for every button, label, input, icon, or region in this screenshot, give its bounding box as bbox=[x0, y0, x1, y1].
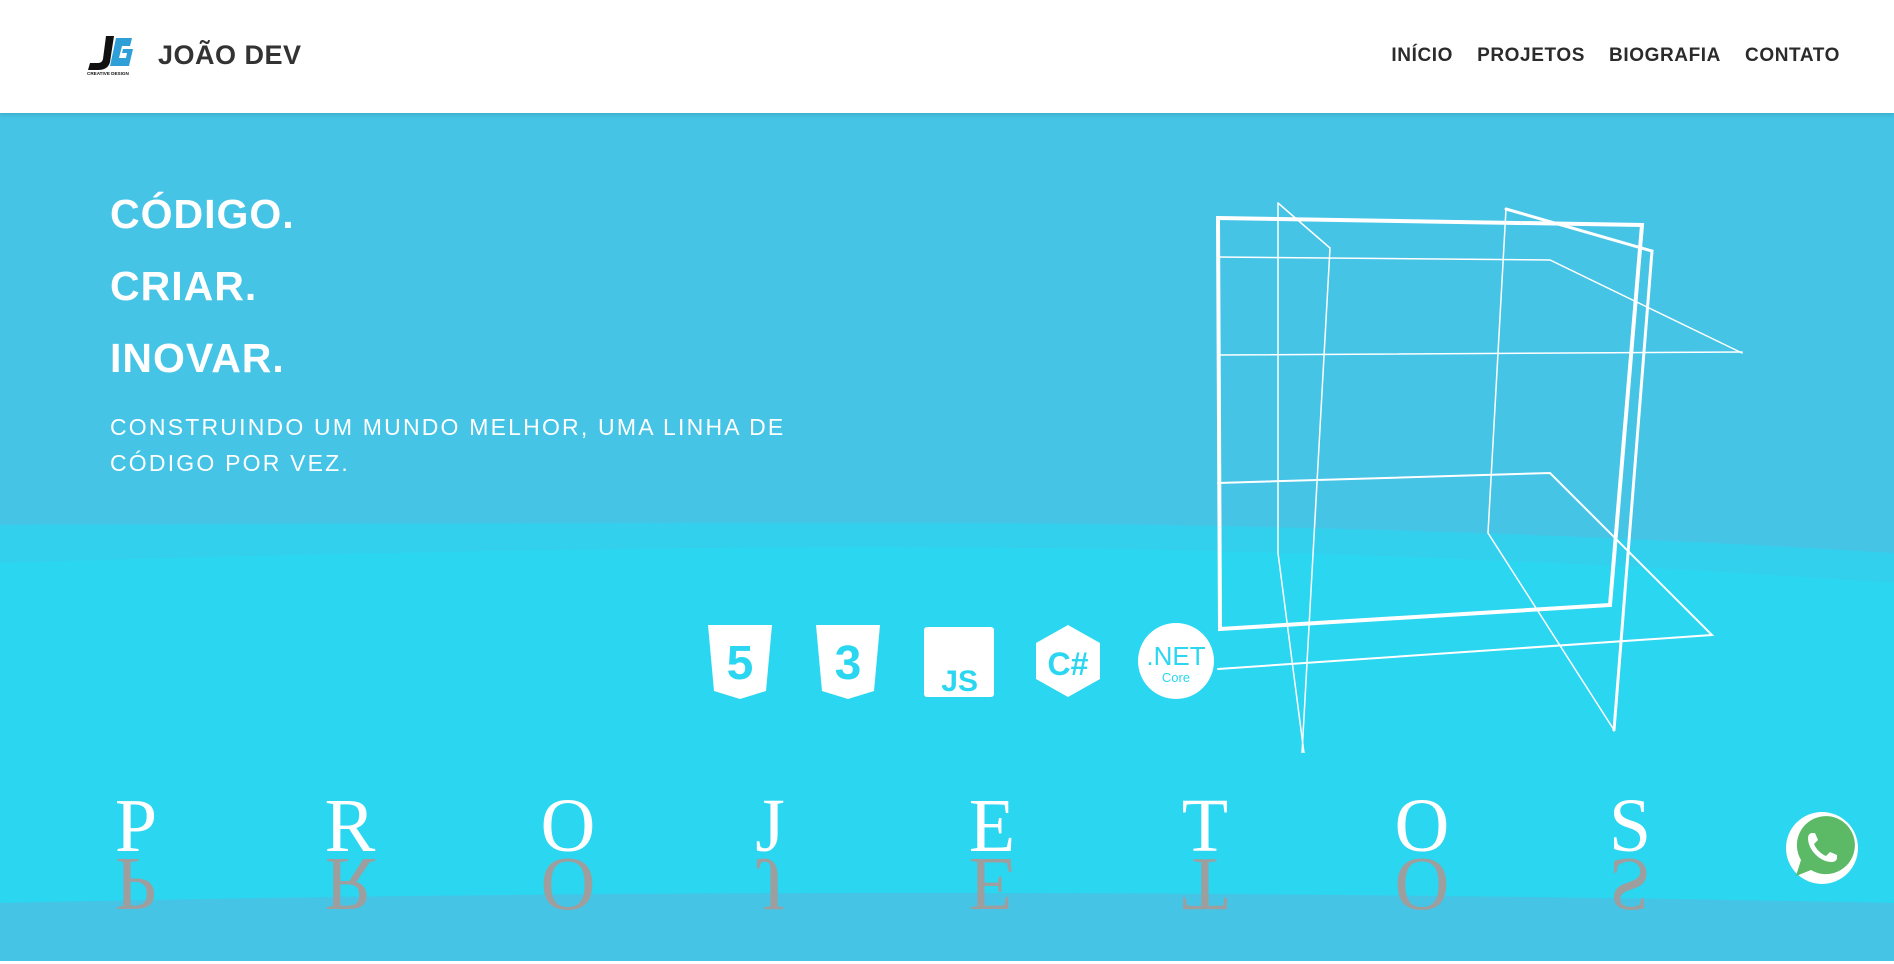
hero-section: CÓDIGO. CRIAR. INOVAR. CONSTRUINDO UM MU… bbox=[0, 113, 1894, 961]
letter-t: TT bbox=[1181, 784, 1229, 926]
dotnet-core-icon: .NET Core bbox=[1138, 623, 1214, 699]
letter-j: JJ bbox=[755, 784, 785, 926]
svg-text:Core: Core bbox=[1162, 670, 1190, 685]
letter-e: EE bbox=[968, 784, 1016, 926]
headline-codigo: CÓDIGO. bbox=[110, 191, 295, 237]
hero-subtitle: CONSTRUINDO UM MUNDO MELHOR, UMA LINHA D… bbox=[110, 414, 786, 476]
logo-icon[interactable]: CREATIVE DESIGN bbox=[86, 34, 134, 76]
svg-text:CREATIVE DESIGN: CREATIVE DESIGN bbox=[87, 71, 129, 76]
javascript-icon: JS bbox=[924, 627, 994, 698]
svg-text:JS: JS bbox=[941, 665, 978, 698]
svg-text:5: 5 bbox=[727, 637, 754, 690]
csharp-icon: C# bbox=[1036, 625, 1100, 697]
nav-link-biografia[interactable]: BIOGRAFIA bbox=[1609, 45, 1721, 67]
site-header: CREATIVE DESIGN JOÃO DEV INÍCIO PROJETOS… bbox=[0, 0, 1894, 113]
brand-name[interactable]: JOÃO DEV bbox=[158, 40, 302, 71]
css3-icon: 3 bbox=[816, 625, 880, 699]
projects-heading: PP RR OO JJ EE TT OO SS bbox=[0, 784, 1894, 961]
letter-p: PP bbox=[114, 784, 158, 926]
whatsapp-button[interactable] bbox=[1782, 808, 1862, 888]
headline-inovar: INOVAR. bbox=[110, 335, 285, 381]
main-nav: INÍCIO PROJETOS BIOGRAFIA CONTATO bbox=[1391, 45, 1840, 67]
letter-o-2: OO bbox=[1394, 784, 1450, 926]
html5-icon: 5 bbox=[708, 625, 772, 699]
headline-criar: CRIAR. bbox=[110, 263, 258, 309]
nav-link-contato[interactable]: CONTATO bbox=[1745, 45, 1840, 67]
nav-link-projetos[interactable]: PROJETOS bbox=[1477, 45, 1585, 67]
nav-link-inicio[interactable]: INÍCIO bbox=[1391, 45, 1453, 67]
svg-text:C#: C# bbox=[1048, 646, 1089, 682]
letter-s: SS bbox=[1608, 784, 1652, 926]
wireframe-cube-illustration bbox=[1215, 202, 1743, 753]
svg-text:.NET: .NET bbox=[1146, 641, 1205, 671]
letter-r: RR bbox=[324, 784, 376, 926]
svg-text:3: 3 bbox=[835, 637, 862, 690]
letter-o: OO bbox=[540, 784, 596, 926]
